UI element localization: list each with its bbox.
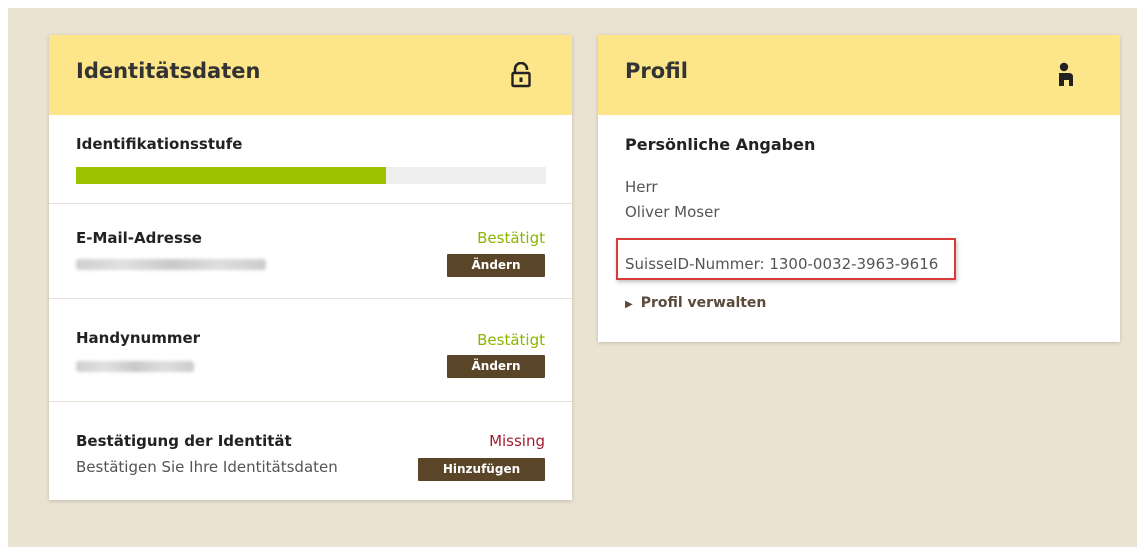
identity-confirmation-description: Bestätigen Sie Ihre Identitätsdaten	[76, 458, 338, 476]
profile-card: Profil Persönliche Angaben Herr Oliver M…	[598, 35, 1120, 342]
add-identity-button[interactable]: Hinzufügen	[418, 458, 545, 481]
email-section: E-Mail-Adresse Bestätigt Ändern	[49, 204, 572, 299]
identification-progress-fill	[76, 167, 387, 184]
email-change-button[interactable]: Ändern	[447, 254, 545, 277]
personal-info-title: Persönliche Angaben	[625, 135, 816, 154]
email-value-redacted	[76, 259, 266, 270]
phone-value-redacted	[76, 361, 194, 372]
profile-card-header: Profil	[598, 35, 1120, 115]
identification-level-section: Identifikationsstufe	[49, 115, 572, 204]
identity-confirmation-status: Missing	[489, 432, 545, 450]
triangle-right-icon: ▶	[625, 299, 633, 310]
manage-profile-link[interactable]: ▶ Profil verwalten	[625, 295, 766, 311]
identification-progress-bar	[76, 167, 546, 184]
profile-card-title: Profil	[625, 59, 688, 83]
salutation: Herr	[625, 178, 658, 196]
identity-card-title: Identitätsdaten	[76, 59, 261, 83]
manage-profile-label: Profil verwalten	[640, 295, 767, 311]
phone-section: Handynummer Bestätigt Ändern	[49, 299, 572, 402]
identity-confirmation-section: Bestätigung der Identität Missing Bestät…	[49, 402, 572, 501]
email-label: E-Mail-Adresse	[76, 229, 202, 247]
identity-card-header: Identitätsdaten	[49, 35, 572, 115]
identification-level-label: Identifikationsstufe	[76, 135, 243, 153]
unlocked-lock-icon	[511, 61, 531, 92]
phone-change-button[interactable]: Ändern	[447, 355, 545, 378]
phone-label: Handynummer	[76, 329, 201, 347]
full-name: Oliver Moser	[625, 203, 720, 221]
suisse-id-highlight-box	[616, 238, 956, 280]
identity-card: Identitätsdaten Identifikationsstufe E-M…	[49, 35, 572, 500]
email-status: Bestätigt	[477, 229, 545, 247]
identity-confirmation-label: Bestätigung der Identität	[76, 432, 292, 450]
phone-status: Bestätigt	[477, 331, 545, 349]
person-icon	[1058, 62, 1074, 92]
